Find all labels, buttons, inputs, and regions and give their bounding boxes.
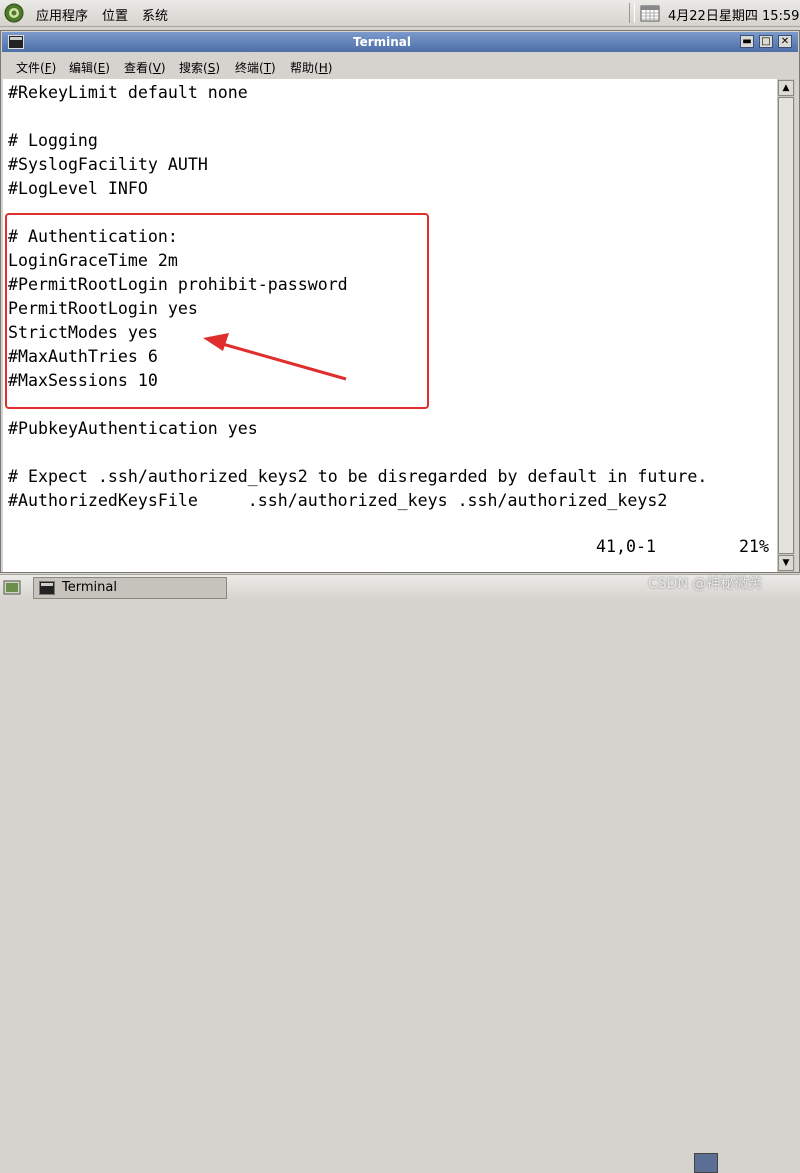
taskbar-button-terminal[interactable]: Terminal: [33, 577, 227, 599]
terminal-icon: [39, 581, 55, 595]
applications-menu[interactable]: 应用程序: [36, 5, 88, 24]
window-title: Terminal: [352, 35, 412, 49]
system-menu[interactable]: 系统: [142, 5, 168, 24]
menu-bar: 文件(F) 编辑(E) 查看(V) 搜索(S) 终端(T) 帮助(H): [2, 54, 798, 78]
clock[interactable]: 4月22日星期四 15:59: [668, 5, 799, 24]
menu-search[interactable]: 搜索(S): [179, 59, 220, 76]
places-menu[interactable]: 位置: [102, 5, 128, 24]
scrollbar[interactable]: ▲ ▼: [777, 79, 795, 572]
terminal-window: Terminal ▬ □ ✕ 文件(F) 编辑(E) 查看(V) 搜索(S) 终…: [0, 30, 800, 573]
menu-view[interactable]: 查看(V): [124, 59, 166, 76]
taskbar-label: Terminal: [62, 580, 117, 595]
panel-separator: [629, 3, 635, 23]
terminal-content[interactable]: #RekeyLimit default none # Logging #Sysl…: [3, 79, 777, 572]
maximize-button[interactable]: □: [759, 35, 773, 48]
annotation-arrow-icon: [203, 333, 347, 381]
workspace-switcher[interactable]: [694, 1153, 718, 1173]
menu-edit[interactable]: 编辑(E): [69, 59, 110, 76]
menu-terminal[interactable]: 终端(T): [235, 59, 276, 76]
menu-help[interactable]: 帮助(H): [290, 59, 332, 76]
title-bar[interactable]: Terminal ▬ □ ✕: [2, 32, 798, 52]
cursor-position: 41,0-1: [596, 537, 656, 556]
top-panel: 应用程序 位置 系统 4月22日星期四 15:59: [0, 0, 800, 27]
close-button[interactable]: ✕: [778, 35, 792, 48]
scroll-down-icon[interactable]: ▼: [778, 555, 794, 571]
menu-file[interactable]: 文件(F): [16, 59, 56, 76]
calendar-icon[interactable]: [640, 4, 660, 22]
show-desktop-icon[interactable]: [3, 579, 21, 597]
vim-status: 41,0-1 21%: [596, 537, 769, 556]
scroll-percent: 21%: [739, 537, 769, 556]
watermark: CSDN @神秘微笑: [648, 576, 763, 592]
scrollbar-thumb[interactable]: [778, 97, 794, 554]
gnome-foot-icon[interactable]: [4, 3, 24, 23]
minimize-button[interactable]: ▬: [740, 35, 754, 48]
scroll-up-icon[interactable]: ▲: [778, 80, 794, 96]
